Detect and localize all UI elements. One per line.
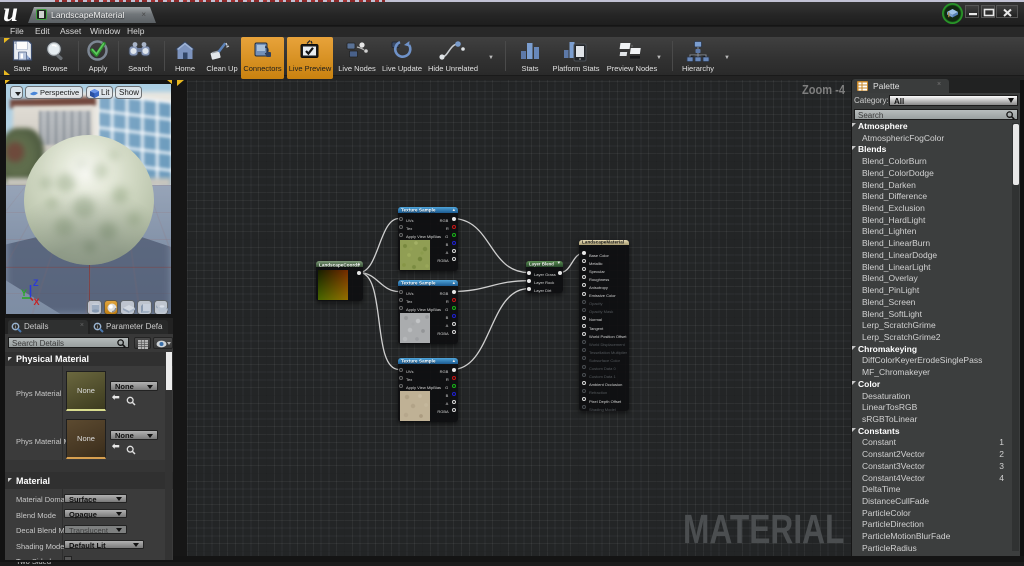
svg-text:i: i (15, 324, 16, 330)
svg-text:Y: Y (21, 288, 27, 298)
svg-text:i: i (97, 324, 98, 330)
svg-text:Z: Z (33, 279, 39, 288)
svg-text:X: X (34, 297, 40, 305)
